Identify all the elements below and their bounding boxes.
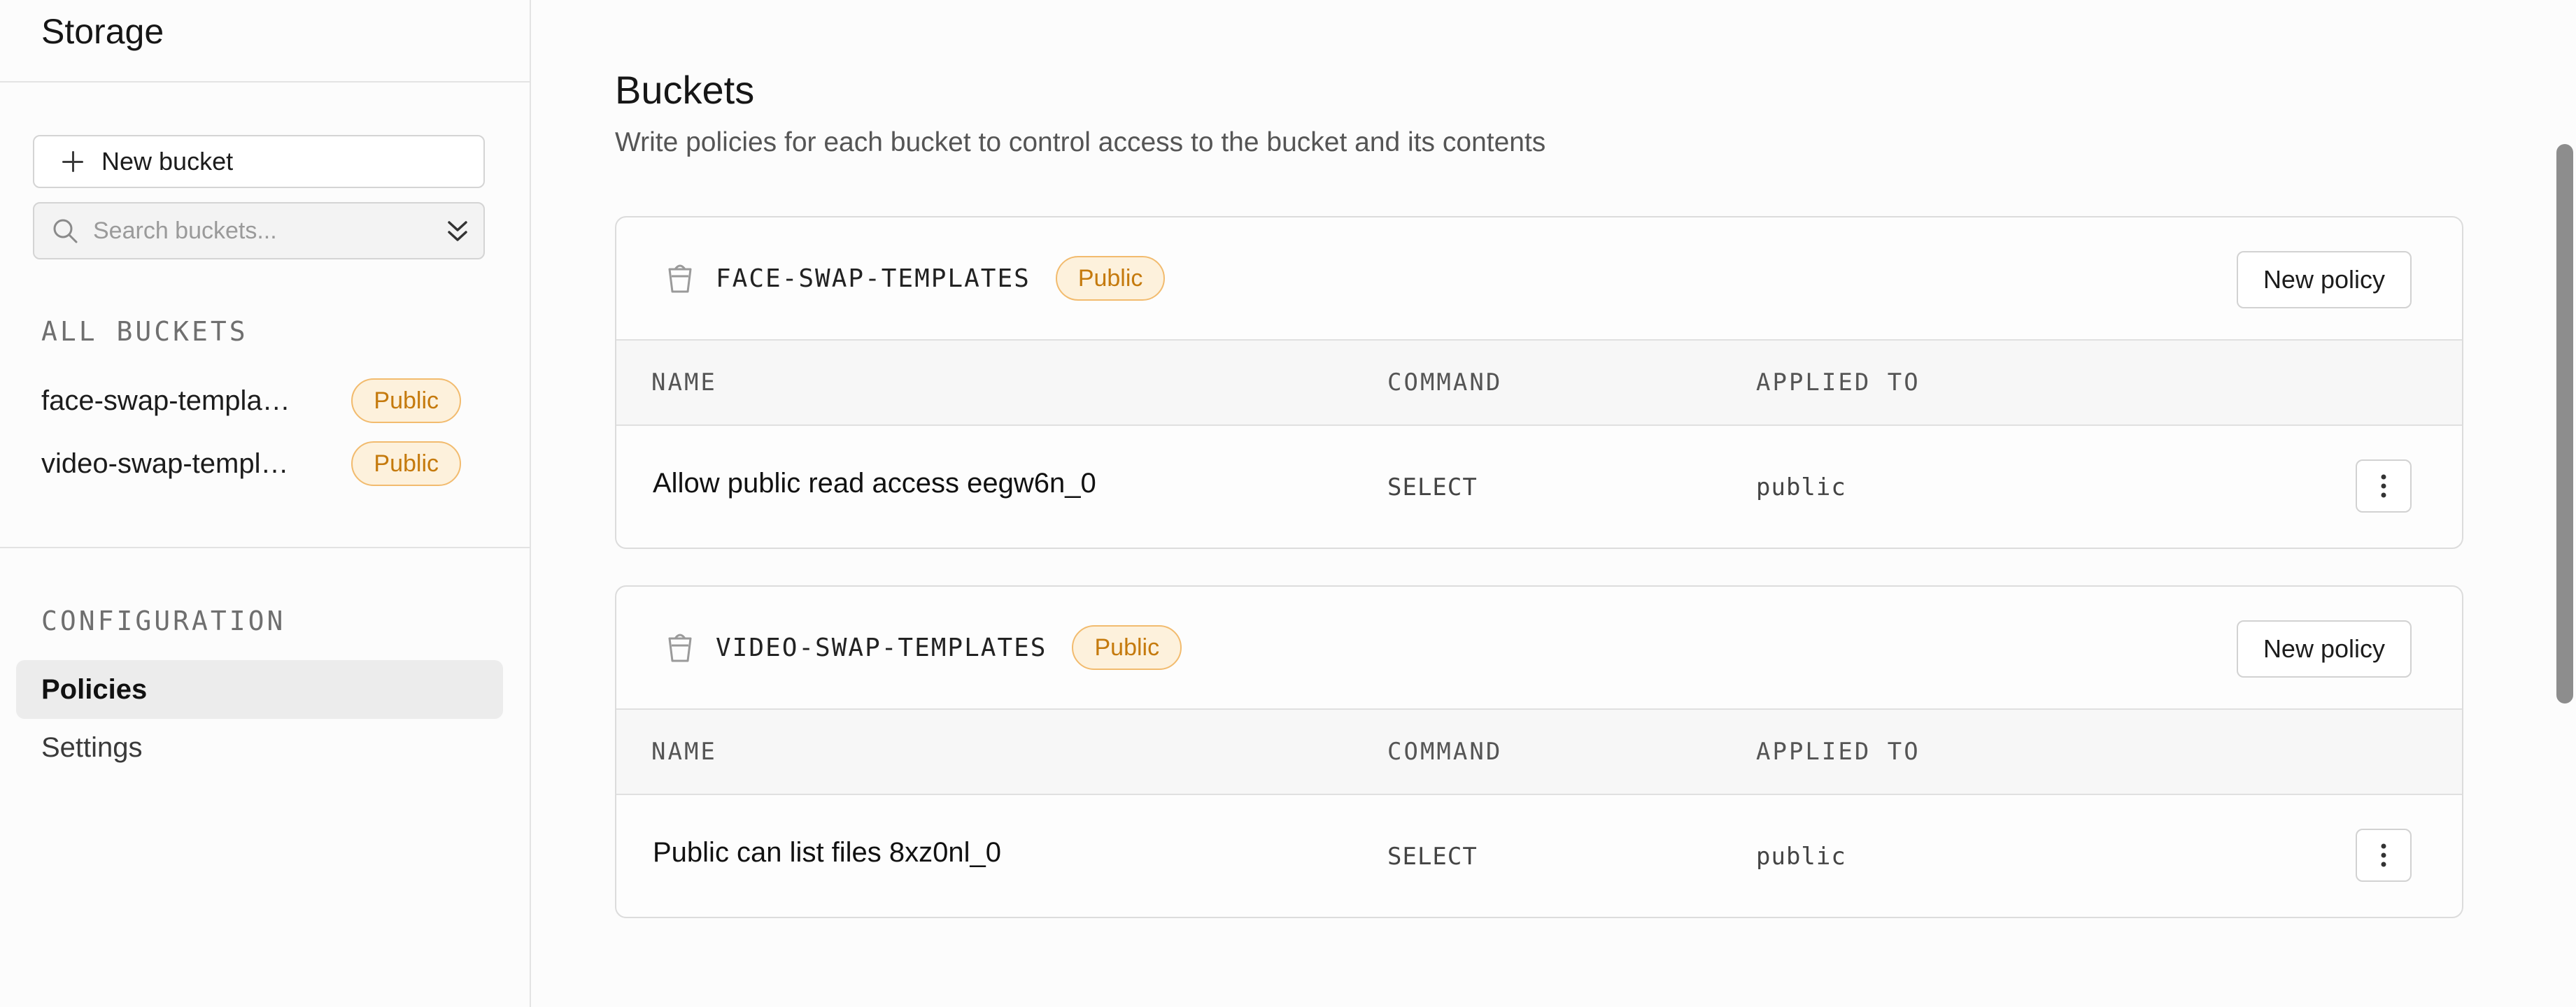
configuration-heading: CONFIGURATION	[41, 606, 286, 636]
policy-applied-to: public	[1756, 473, 1846, 501]
table-header: NAME COMMAND APPLIED TO	[616, 341, 2462, 426]
column-header-command: COMMAND	[1387, 738, 1503, 766]
sidebar-bucket-face-swap-templates[interactable]: face-swap-templates Public	[41, 378, 461, 423]
policy-command: SELECT	[1387, 843, 1478, 871]
bucket-name: face-swap-templates	[41, 385, 292, 416]
more-vertical-icon	[2381, 474, 2386, 498]
table-header: NAME COMMAND APPLIED TO	[616, 710, 2462, 795]
new-bucket-label: New bucket	[101, 147, 234, 176]
bucket-name: FACE-SWAP-TEMPLATES	[716, 264, 1031, 293]
policy-name: Allow public read access eegw6n_0	[653, 468, 1096, 499]
bucket-icon	[668, 634, 692, 662]
card-header: FACE-SWAP-TEMPLATES Public New policy	[616, 217, 2462, 341]
public-badge: Public	[351, 441, 461, 486]
new-policy-button[interactable]: New policy	[2236, 620, 2412, 678]
nav-item-settings[interactable]: Settings	[16, 718, 503, 777]
policy-command: SELECT	[1387, 473, 1478, 501]
plus-icon	[61, 150, 85, 173]
page-subtitle: Write policies for each bucket to contro…	[615, 127, 1546, 157]
more-options-button[interactable]	[2356, 459, 2412, 513]
public-badge: Public	[1055, 256, 1166, 301]
card-header: VIDEO-SWAP-TEMPLATES Public New policy	[616, 587, 2462, 710]
sidebar: Storage New bucket ALL BUCKETS face-swap…	[0, 0, 531, 1007]
table-row: Allow public read access eegw6n_0 SELECT…	[616, 426, 2462, 548]
nav-item-policies[interactable]: Policies	[16, 660, 503, 719]
search-input[interactable]	[92, 216, 430, 245]
policy-applied-to: public	[1756, 843, 1846, 871]
column-header-name: NAME	[651, 369, 717, 397]
bucket-policy-card: VIDEO-SWAP-TEMPLATES Public New policy N…	[615, 585, 2463, 918]
sort-chevrons-icon[interactable]	[446, 219, 469, 244]
table-row: Public can list files 8xz0nl_0 SELECT pu…	[616, 795, 2462, 917]
bucket-icon	[668, 264, 692, 293]
public-badge: Public	[1072, 625, 1182, 670]
bucket-policy-card: FACE-SWAP-TEMPLATES Public New policy NA…	[615, 216, 2463, 549]
scrollbar[interactable]	[2556, 144, 2573, 704]
all-buckets-heading: ALL BUCKETS	[41, 316, 248, 347]
sidebar-title: Storage	[41, 12, 164, 51]
bucket-name: VIDEO-SWAP-TEMPLATES	[716, 633, 1047, 662]
more-options-button[interactable]	[2356, 829, 2412, 882]
sidebar-bucket-video-swap-templates[interactable]: video-swap-templates Public	[41, 441, 461, 486]
more-vertical-icon	[2381, 843, 2386, 867]
divider	[0, 81, 530, 83]
column-header-command: COMMAND	[1387, 369, 1503, 397]
column-header-applied-to: APPLIED TO	[1756, 369, 1920, 397]
search-field	[33, 202, 485, 259]
column-header-applied-to: APPLIED TO	[1756, 738, 1920, 766]
new-bucket-button[interactable]: New bucket	[33, 135, 485, 188]
page-title: Buckets	[615, 68, 755, 112]
divider	[0, 547, 530, 548]
public-badge: Public	[351, 378, 461, 423]
new-policy-button[interactable]: New policy	[2236, 251, 2412, 308]
bucket-name: video-swap-templates	[41, 448, 292, 479]
main-content: Buckets Write policies for each bucket t…	[531, 0, 2576, 1007]
column-header-name: NAME	[651, 738, 717, 766]
search-icon	[53, 219, 78, 243]
policy-name: Public can list files 8xz0nl_0	[653, 837, 1002, 868]
